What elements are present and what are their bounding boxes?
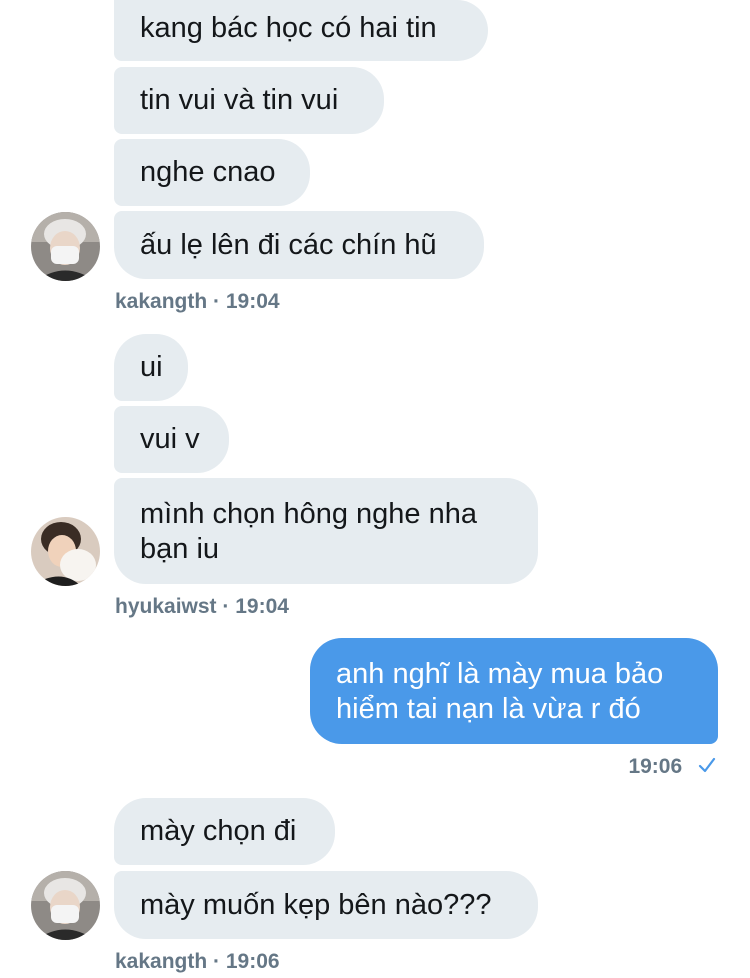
sent-check-icon: [698, 755, 716, 779]
message-meta: hyukaiwst · 19:04: [115, 595, 289, 619]
message-meta: kakangth · 19:04: [115, 290, 280, 314]
message-time: 19:06: [628, 755, 683, 778]
message-text: tin vui và tin vui: [140, 84, 339, 116]
avatar[interactable]: [31, 871, 100, 940]
message-bubble[interactable]: vui v: [114, 406, 229, 473]
sender-name: kakangth: [115, 290, 208, 313]
message-text: nghe cnao: [140, 156, 276, 188]
message-text: mày muốn kẹp bên nào???: [140, 889, 492, 921]
message-bubble[interactable]: mình chọn hông nghe nha bạn iu: [114, 478, 538, 584]
message-text: mình chọn hông nghe nha bạn iu: [140, 498, 477, 565]
meta-separator: ·: [213, 950, 226, 973]
message-text: anh nghĩ là mày mua bảo hiểm tai nạn là …: [336, 658, 664, 725]
message-bubble[interactable]: kang bác học có hai tin: [114, 0, 488, 61]
message-meta: 19:06: [628, 755, 716, 779]
message-text: mày chọn đi: [140, 815, 297, 847]
message-bubble[interactable]: ấu lẹ lên đi các chín hũ: [114, 211, 484, 279]
message-text: vui v: [140, 423, 200, 455]
outgoing-message-bubble[interactable]: anh nghĩ là mày mua bảo hiểm tai nạn là …: [310, 638, 718, 744]
message-meta: kakangth · 19:06: [115, 950, 280, 974]
message-bubble[interactable]: mày muốn kẹp bên nào???: [114, 871, 538, 939]
message-text: ấu lẹ lên đi các chín hũ: [140, 229, 437, 261]
message-time: 19:04: [235, 595, 289, 618]
message-time: 19:06: [225, 950, 280, 973]
message-bubble[interactable]: nghe cnao: [114, 139, 310, 206]
avatar-photo-icon: [31, 871, 100, 940]
message-text: ui: [140, 351, 163, 383]
sender-name: kakangth: [115, 950, 208, 973]
message-bubble[interactable]: mày chọn đi: [114, 798, 335, 865]
meta-separator: ·: [222, 595, 236, 618]
avatar[interactable]: [31, 517, 100, 586]
sender-name: hyukaiwst: [115, 595, 217, 618]
message-text: kang bác học có hai tin: [140, 12, 437, 44]
avatar[interactable]: [31, 212, 100, 281]
avatar-photo-icon: [31, 517, 100, 586]
avatar-photo-icon: [31, 212, 100, 281]
message-time: 19:04: [225, 290, 280, 313]
message-bubble[interactable]: ui: [114, 334, 188, 401]
message-bubble[interactable]: tin vui và tin vui: [114, 67, 384, 134]
meta-separator: ·: [213, 290, 226, 313]
